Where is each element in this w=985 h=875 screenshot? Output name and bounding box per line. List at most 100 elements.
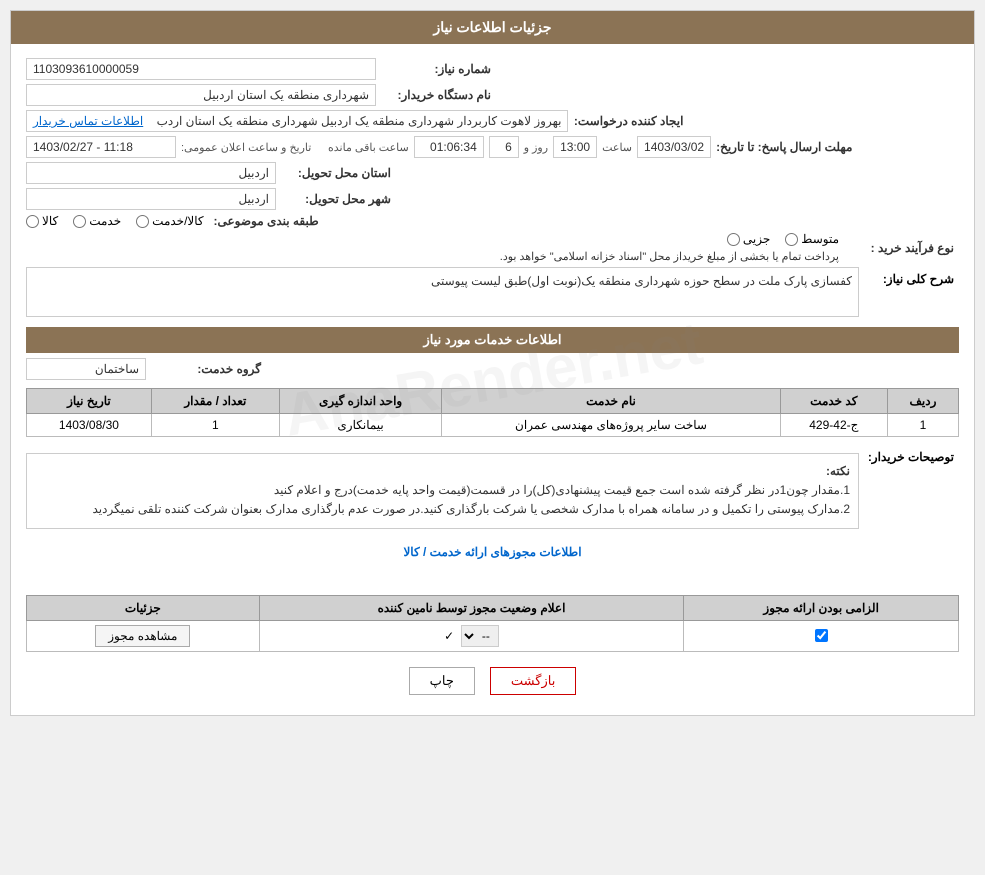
category-row: طبقه بندی موضوعی: کالا/خدمت خدمت کالا [26, 214, 959, 228]
category-option-khedmat: خدمت [73, 214, 121, 228]
category-radio-khedmat[interactable] [73, 215, 86, 228]
page-wrapper: جزئیات اطلاعات نیاز AnaRender.net شماره … [0, 0, 985, 726]
page-title: جزئیات اطلاعات نیاز [433, 19, 551, 35]
cell-name: ساخت سایر پروژه‌های مهندسی عمران [442, 414, 780, 437]
purchase-type-row: نوع فرآیند خرید : متوسط جزیی پرداخت تمام… [26, 232, 959, 263]
need-number-value: 1103093610000059 [26, 58, 376, 80]
need-description-label: شرح کلی نیاز: [859, 267, 959, 286]
permit-col-status: اعلام وضعیت مجوز توسط نامین کننده [259, 595, 684, 620]
permit-section-divider: اطلاعات مجوزهای ارائه خدمت / کالا [26, 545, 959, 559]
service-group-value: ساختمان [26, 358, 146, 380]
purchase-type-jozii: جزیی [727, 232, 770, 246]
print-button[interactable]: چاپ [409, 667, 475, 695]
permit-col-details: جزئیات [27, 595, 260, 620]
note-title: نکته: [35, 462, 850, 481]
category-radio-kala[interactable] [26, 215, 39, 228]
cell-quantity: 1 [151, 414, 279, 437]
buyer-org-label: نام دستگاه خریدار: [376, 88, 496, 102]
col-header-date: تاریخ نیاز [27, 389, 152, 414]
main-container: جزئیات اطلاعات نیاز AnaRender.net شماره … [10, 10, 975, 716]
buyer-org-row: نام دستگاه خریدار: شهرداری منطقه یک استا… [26, 84, 959, 106]
province-row: استان محل تحویل: اردبیل [26, 162, 959, 184]
buyer-org-value: شهرداری منطقه یک استان اردبیل [26, 84, 376, 106]
services-section-header: اطلاعات خدمات مورد نیاز [26, 327, 959, 353]
services-table: ردیف کد خدمت نام خدمت واحد اندازه گیری ت… [26, 388, 959, 437]
creator-label: ایجاد کننده درخواست: [568, 114, 688, 128]
col-header-unit: واحد اندازه گیری [279, 389, 441, 414]
service-group-row: گروه خدمت: ساختمان [26, 358, 959, 380]
cell-row: 1 [887, 414, 958, 437]
page-header: جزئیات اطلاعات نیاز [11, 11, 974, 44]
permit-table: الزامی بودن ارائه مجوز اعلام وضعیت مجوز … [26, 595, 959, 652]
view-permit-button[interactable]: مشاهده مجوز [95, 625, 190, 647]
need-number-label: شماره نیاز: [376, 62, 496, 76]
province-label: استان محل تحویل: [276, 166, 396, 180]
note-1: 1.مقدار چون1در نظر گرفته شده است جمع قیم… [35, 481, 850, 500]
city-label: شهر محل تحویل: [276, 192, 396, 206]
footer-buttons: بازگشت چاپ [26, 667, 959, 695]
need-description-content: کفسازی پارک ملت در سطح حوزه شهرداری منطق… [26, 267, 859, 317]
purchase-type-note: پرداخت تمام یا بخشی از مبلغ خریداز محل "… [500, 250, 839, 263]
response-deadline-row: مهلت ارسال پاسخ: تا تاریخ: 1403/03/02 سا… [26, 136, 959, 158]
services-section-title: اطلاعات خدمات مورد نیاز [423, 332, 561, 347]
permit-status-select[interactable]: -- [461, 625, 499, 647]
note-2: 2.مدارک پیوستی را تکمیل و در سامانه همرا… [35, 500, 850, 519]
announce-value: 1403/02/27 - 11:18 [26, 136, 176, 158]
service-group-label: گروه خدمت: [146, 362, 266, 376]
jozii-label: جزیی [743, 232, 770, 246]
creator-contact-link[interactable]: اطلاعات تماس خریدار [33, 114, 143, 128]
col-header-row: ردیف [887, 389, 958, 414]
remaining-label: ساعت باقی مانده [328, 141, 409, 154]
category-option-kala-khedmat: کالا/خدمت [136, 214, 203, 228]
category-radio-kala-khedmat[interactable] [136, 215, 149, 228]
remaining-value: 01:06:34 [414, 136, 484, 158]
cell-code: ج-42-429 [780, 414, 887, 437]
col-header-name: نام خدمت [442, 389, 780, 414]
buyer-notes-label: توصیحات خریدار: [859, 445, 959, 464]
col-header-quantity: تعداد / مقدار [151, 389, 279, 414]
need-description-value: کفسازی پارک ملت در سطح حوزه شهرداری منطق… [26, 267, 859, 317]
purchase-type-motavaset: متوسط [785, 232, 839, 246]
category-radio-group: کالا/خدمت خدمت کالا [26, 214, 204, 228]
announce-label: تاریخ و ساعت اعلان عمومی: [181, 141, 311, 154]
permit-status-cell: -- ✓ [259, 620, 684, 651]
permit-section-title: اطلاعات مجوزهای ارائه خدمت / کالا [403, 545, 581, 559]
cell-unit: بیمانکاری [279, 414, 441, 437]
buyer-notes-box: نکته: 1.مقدار چون1در نظر گرفته شده است ج… [26, 453, 859, 529]
creator-row: ایجاد کننده درخواست: بهروز لاهوت کاربردا… [26, 110, 959, 132]
city-row: شهر محل تحویل: اردبیل [26, 188, 959, 210]
purchase-type-label: نوع فرآیند خرید : [839, 241, 959, 255]
time-label: ساعت [602, 141, 632, 154]
need-description-row: شرح کلی نیاز: کفسازی پارک ملت در سطح حوز… [26, 267, 959, 317]
table-row: -- ✓ مشاهده مجوز [27, 620, 959, 651]
date-value: 1403/03/02 [637, 136, 711, 158]
permit-required-cell [684, 620, 959, 651]
buyer-notes-row: توصیحات خریدار: نکته: 1.مقدار چون1در نظر… [26, 445, 959, 537]
kala-label: کالا [42, 214, 58, 228]
cell-date: 1403/08/30 [27, 414, 152, 437]
col-header-code: کد خدمت [780, 389, 887, 414]
back-button[interactable]: بازگشت [490, 667, 576, 695]
category-label: طبقه بندی موضوعی: [204, 214, 324, 228]
khedmat-label: خدمت [89, 214, 121, 228]
category-option-kala: کالا [26, 214, 58, 228]
buyer-notes-content: نکته: 1.مقدار چون1در نظر گرفته شده است ج… [26, 445, 859, 537]
permit-col-required: الزامی بودن ارائه مجوز [684, 595, 959, 620]
city-value: اردبیل [26, 188, 276, 210]
purchase-type-radio-group: متوسط جزیی [727, 232, 839, 246]
days-value: 6 [489, 136, 519, 158]
kala-khedmat-label: کالا/خدمت [152, 214, 203, 228]
table-row: 1 ج-42-429 ساخت سایر پروژه‌های مهندسی عم… [27, 414, 959, 437]
permit-details-cell: مشاهده مجوز [27, 620, 260, 651]
time-value: 13:00 [553, 136, 597, 158]
response-deadline-label: مهلت ارسال پاسخ: تا تاریخ: [716, 140, 857, 154]
purchase-type-radio-motavaset[interactable] [785, 233, 798, 246]
days-label: روز و [524, 141, 548, 154]
purchase-type-radio-jozii[interactable] [727, 233, 740, 246]
content-area: AnaRender.net شماره نیاز: 11030936100000… [11, 44, 974, 715]
need-number-row: شماره نیاز: 1103093610000059 [26, 58, 959, 80]
permit-required-checkbox[interactable] [815, 629, 828, 642]
province-value: اردبیل [26, 162, 276, 184]
creator-value: بهروز لاهوت کاربردار شهرداری منطقه یک ار… [26, 110, 568, 132]
motavaset-label: متوسط [801, 232, 839, 246]
